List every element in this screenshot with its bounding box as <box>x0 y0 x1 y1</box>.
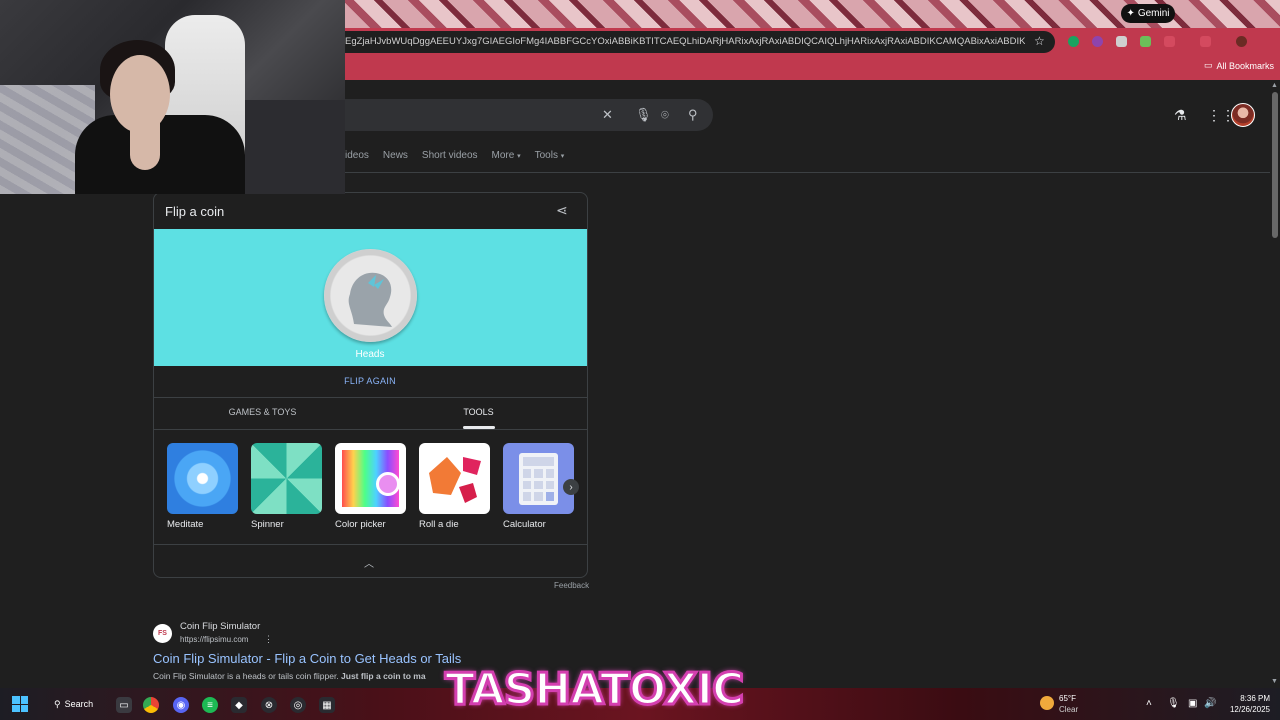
divider <box>154 397 587 398</box>
tab-tools-card[interactable]: TOOLS <box>440 407 517 417</box>
share-icon[interactable]: ⋖ <box>556 202 568 219</box>
taskbar-search[interactable]: ⚲ Search <box>54 699 93 710</box>
tray-chevron-up-icon[interactable]: ˄ <box>1146 698 1152 709</box>
weather-temperature[interactable]: 65°F <box>1059 694 1076 703</box>
snippet-bold: Just flip a coin to ma <box>341 671 426 681</box>
scroll-up-icon[interactable]: ▲ <box>1271 82 1278 89</box>
tab-more-label: More <box>491 150 515 161</box>
all-bookmarks-button[interactable]: ▭ All Bookmarks <box>1204 60 1274 71</box>
obs-icon[interactable]: ◎ <box>290 697 306 713</box>
divider <box>154 429 587 430</box>
extension-purple-icon[interactable] <box>1092 36 1103 47</box>
weather-description[interactable]: Clear <box>1059 705 1078 714</box>
weather-moon-icon[interactable] <box>1040 696 1054 710</box>
calculator-app-icon[interactable]: ▦ <box>319 697 335 713</box>
caret-down-icon: ▾ <box>517 153 521 160</box>
calculator-label[interactable]: Calculator <box>503 519 546 530</box>
search-icon: ⚲ <box>54 699 61 709</box>
streamer-name-overlay: TASHATOXIC <box>443 663 745 717</box>
extension-red-icon[interactable] <box>1164 36 1175 47</box>
folder-icon: ▭ <box>1204 60 1213 70</box>
search-input[interactable] <box>345 99 713 131</box>
search-nav-tabs: ideos News Short videos More ▾ Tools ▾ <box>345 150 564 164</box>
clock-date[interactable]: 12/26/2025 <box>1222 705 1270 714</box>
site-favicon[interactable]: FS <box>153 624 172 643</box>
chevron-right-icon[interactable]: › <box>563 479 579 495</box>
result-site-url[interactable]: https://flipsimu.com <box>180 635 248 644</box>
coin-result-label: Heads <box>355 349 385 360</box>
spinner-label[interactable]: Spinner <box>251 519 284 530</box>
extension-gray-icon[interactable] <box>1116 36 1127 47</box>
divider <box>154 544 587 545</box>
tab-news[interactable]: News <box>383 150 408 164</box>
microphone-tray-icon[interactable]: 🎙 <box>1167 698 1180 709</box>
labs-flask-icon[interactable]: ⚗ <box>1174 107 1187 124</box>
spotify-icon[interactable]: ≡ <box>202 697 218 713</box>
snippet-text: Coin Flip Simulator is a heads or tails … <box>153 671 342 681</box>
tab-more[interactable]: More ▾ <box>492 150 521 164</box>
volume-icon[interactable]: 🔊 <box>1204 698 1216 709</box>
result-site-name[interactable]: Coin Flip Simulator <box>180 621 260 632</box>
caret-down-icon: ▾ <box>560 153 565 160</box>
sparkle-icon: ✦ <box>1126 8 1135 19</box>
scroll-down-icon[interactable]: ▼ <box>1271 678 1278 685</box>
bookmark-star-icon[interactable]: ☆ <box>1034 34 1045 48</box>
all-bookmarks-label: All Bookmarks <box>1216 60 1275 71</box>
gemini-label: Gemini <box>1137 8 1170 19</box>
network-icon[interactable]: ▣ <box>1188 698 1197 709</box>
result-snippet: Coin Flip Simulator is a heads or tails … <box>153 671 483 681</box>
tab-videos[interactable]: ideos <box>345 150 369 164</box>
chrome-icon[interactable] <box>143 697 159 713</box>
app-icon[interactable]: ◆ <box>231 697 247 713</box>
taskbar-search-label: Search <box>64 699 94 709</box>
coin-heads-image[interactable] <box>324 249 417 342</box>
webcam-person-body <box>75 115 245 194</box>
extension-shield-icon[interactable] <box>1140 36 1151 47</box>
card-title: Flip a coin <box>165 204 225 219</box>
profile-avatar-icon[interactable] <box>1236 36 1247 47</box>
address-bar-url[interactable]: EgZjaHJvbWUqDggAEEUYJxg7GIAEGIoFMg4IABBF… <box>345 36 1025 47</box>
gemini-button[interactable]: ✦ Gemini <box>1121 4 1175 23</box>
discord-icon[interactable]: ◉ <box>173 697 189 713</box>
chevron-up-icon[interactable]: ︿ <box>364 555 374 570</box>
roll-a-die-label[interactable]: Roll a die <box>419 519 459 530</box>
scrollbar-thumb[interactable] <box>1272 92 1278 238</box>
bookmarks-bar <box>345 56 1280 80</box>
clock-time[interactable]: 8:36 PM <box>1226 694 1270 703</box>
result-title-link[interactable]: Coin Flip Simulator - Flip a Coin to Get… <box>153 651 461 666</box>
webcam-overlay <box>0 0 345 194</box>
more-options-icon[interactable]: ⋮ <box>264 634 273 645</box>
tab-short-videos[interactable]: Short videos <box>422 150 478 164</box>
account-avatar[interactable] <box>1231 103 1255 127</box>
flip-again-button[interactable]: FLIP AGAIN <box>310 376 430 386</box>
webcam-person-face <box>110 55 170 133</box>
tab-games-toys[interactable]: GAMES & TOYS <box>205 407 320 417</box>
extension-puzzle-icon[interactable] <box>1200 36 1211 47</box>
extension-grammarly-icon[interactable] <box>1068 36 1079 47</box>
calculator-tile[interactable] <box>503 443 574 514</box>
tab-tools-label: Tools <box>534 150 558 161</box>
calculator-icon <box>519 453 558 505</box>
feedback-link[interactable]: Feedback <box>554 581 589 590</box>
search-icon[interactable]: ⚲ <box>688 107 698 123</box>
meditate-label[interactable]: Meditate <box>167 519 203 530</box>
windows-start-icon[interactable] <box>12 696 28 712</box>
spinner-tile[interactable] <box>251 443 322 514</box>
meditate-tile[interactable] <box>167 443 238 514</box>
roll-a-die-tile[interactable] <box>419 443 490 514</box>
microphone-icon[interactable]: 🎙 <box>635 107 652 123</box>
task-view-icon[interactable]: ▭ <box>116 697 132 713</box>
lens-icon[interactable]: ⌾ <box>661 107 669 123</box>
clear-icon[interactable]: ✕ <box>602 107 613 123</box>
tab-tools[interactable]: Tools ▾ <box>535 150 565 164</box>
xbox-icon[interactable]: ⊗ <box>261 697 277 713</box>
webcam-monitor <box>240 100 345 194</box>
color-picker-swatch-icon <box>376 472 400 496</box>
color-picker-label[interactable]: Color picker <box>335 519 386 530</box>
